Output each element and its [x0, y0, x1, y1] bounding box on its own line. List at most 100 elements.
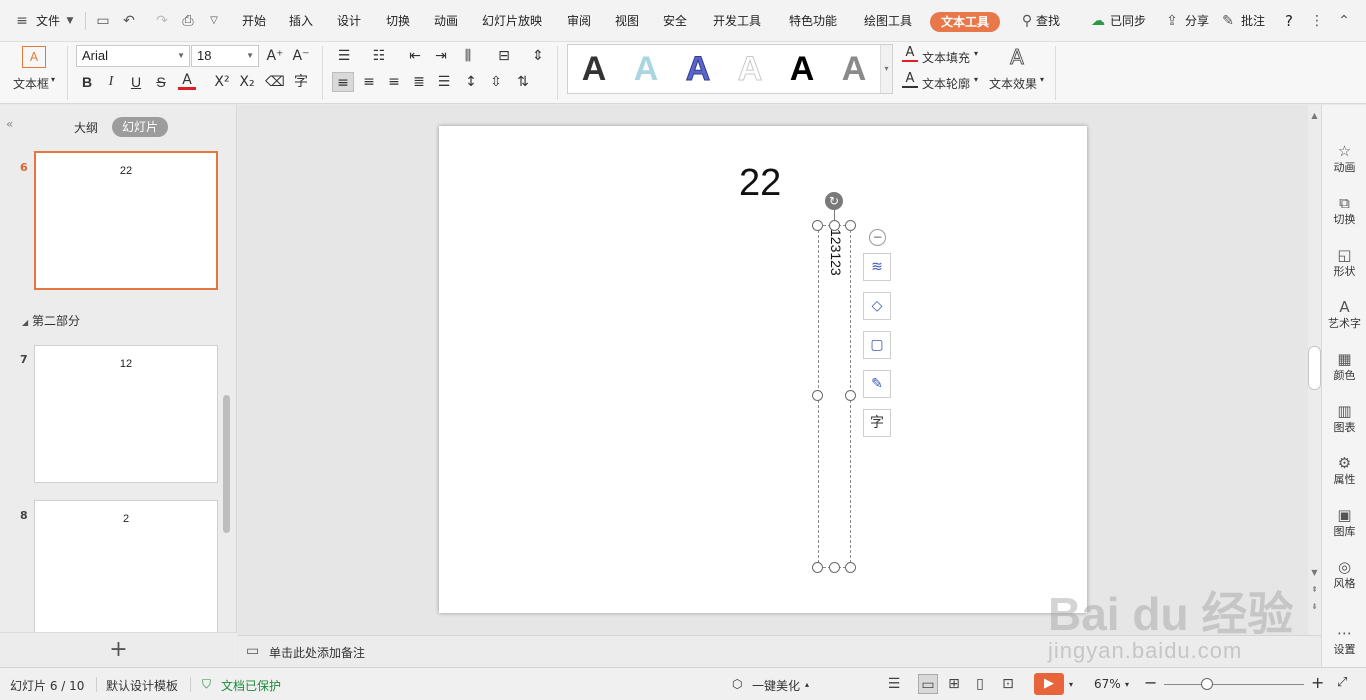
brush-icon[interactable]: ✎: [863, 370, 891, 398]
sidebar-item-properties[interactable]: ⚙ 属性: [1322, 453, 1366, 487]
tab-home[interactable]: 开始: [242, 11, 266, 31]
strikethrough-button[interactable]: S: [152, 72, 170, 92]
more-icon[interactable]: ⋮: [1309, 13, 1325, 29]
sync-button[interactable]: 已同步: [1110, 11, 1146, 31]
spacing-options-icon[interactable]: ⇅: [512, 72, 534, 92]
text-style-preset[interactable]: A: [678, 49, 718, 89]
undo-icon[interactable]: ↶: [121, 13, 137, 29]
chevron-down-icon[interactable]: ▾: [1069, 680, 1073, 689]
align-left-icon[interactable]: ≡: [332, 72, 354, 92]
prev-slide-icon[interactable]: ⇞: [1308, 585, 1321, 594]
chevron-down-icon[interactable]: ▾: [974, 49, 978, 58]
bold-button[interactable]: B: [78, 72, 96, 92]
sidebar-item-shape[interactable]: ◱ 形状: [1322, 245, 1366, 279]
zoom-slider[interactable]: [1164, 684, 1304, 685]
add-slide-button[interactable]: +: [0, 632, 237, 667]
tab-developer[interactable]: 开发工具: [713, 11, 761, 31]
font-color-icon[interactable]: A: [178, 72, 196, 90]
tab-security[interactable]: 安全: [663, 11, 687, 31]
scroll-up-icon[interactable]: ▲: [1308, 111, 1321, 120]
fill-bucket-icon[interactable]: ◇: [863, 292, 891, 320]
text-style-preset[interactable]: A: [730, 49, 770, 89]
reading-view-icon[interactable]: ▯: [970, 674, 990, 694]
slide-thumbnail[interactable]: 2: [34, 500, 218, 632]
shrink-font-button[interactable]: A⁻: [291, 46, 311, 66]
slide-thumbnail[interactable]: 22: [34, 151, 218, 290]
text-style-preset[interactable]: A: [574, 49, 614, 89]
align-text-icon[interactable]: ⇕: [528, 46, 548, 66]
underline-button[interactable]: U: [127, 72, 145, 92]
notes-placeholder[interactable]: 单击此处添加备注: [269, 644, 365, 661]
notes-view-icon[interactable]: ☰: [884, 674, 904, 694]
textbox-button[interactable]: 文本框: [13, 75, 49, 92]
scrollbar-thumb[interactable]: [1308, 346, 1321, 390]
resize-handle[interactable]: [845, 220, 856, 231]
chevron-down-icon[interactable]: ▾: [51, 75, 55, 84]
resize-handle[interactable]: [829, 562, 840, 573]
resize-handle[interactable]: [812, 220, 823, 231]
tab-text-tools[interactable]: 文本工具: [930, 12, 1001, 32]
comment-icon[interactable]: ✎: [1220, 13, 1236, 29]
text-style-icon[interactable]: 字: [863, 409, 891, 437]
slide[interactable]: 22 ↻ 123123 − ≋ ◇ ▢ ✎ 字: [439, 126, 1087, 613]
search-icon[interactable]: ⚲: [1019, 13, 1035, 29]
paragraph-spacing-icon[interactable]: ⇳: [486, 72, 506, 92]
scroll-down-icon[interactable]: ▼: [1308, 568, 1321, 577]
search-button[interactable]: 查找: [1036, 11, 1060, 31]
notes-pane[interactable]: ▭ 单击此处添加备注: [238, 635, 1321, 667]
bullet-list-icon[interactable]: ☰: [334, 46, 354, 66]
resize-handle[interactable]: [812, 390, 823, 401]
tab-view[interactable]: 视图: [615, 11, 639, 31]
redo-icon[interactable]: ↷: [154, 13, 170, 29]
text-outline-button[interactable]: 文本轮廓: [922, 75, 970, 92]
protect-status[interactable]: 文档已保护: [221, 677, 281, 694]
resize-handle[interactable]: [845, 562, 856, 573]
fit-window-icon[interactable]: ⤢: [1337, 675, 1347, 690]
text-style-preset[interactable]: A: [782, 49, 822, 89]
chevron-down-icon[interactable]: ▾: [974, 75, 978, 84]
decrease-indent-icon[interactable]: ⇤: [405, 46, 425, 66]
fit-view-icon[interactable]: ⊡: [998, 674, 1018, 694]
text-style-preset[interactable]: A: [626, 49, 666, 89]
text-outline-icon[interactable]: A: [902, 71, 918, 88]
share-button[interactable]: 分享: [1185, 11, 1209, 31]
section-header[interactable]: ◢ 第二部分: [22, 312, 80, 329]
zoom-out-icon[interactable]: −: [1144, 673, 1157, 692]
justify-icon[interactable]: ≣: [409, 72, 429, 92]
hamburger-icon[interactable]: ≡: [14, 13, 30, 29]
columns-icon[interactable]: ⫼: [458, 46, 478, 66]
comment-button[interactable]: 批注: [1241, 11, 1265, 31]
outline-icon[interactable]: ▢: [863, 331, 891, 359]
resize-handle[interactable]: [812, 562, 823, 573]
rotate-handle-icon[interactable]: ↻: [825, 192, 843, 210]
align-center-icon[interactable]: ≡: [359, 72, 379, 92]
collapse-ribbon-icon[interactable]: ⌃: [1336, 13, 1352, 29]
text-fill-icon[interactable]: A: [902, 45, 918, 62]
text-effect-button[interactable]: 文本效果: [989, 75, 1037, 92]
chevron-down-icon[interactable]: ▼: [62, 13, 78, 29]
tab-slides[interactable]: 幻灯片: [112, 117, 169, 137]
sidebar-item-animation[interactable]: ☆ 动画: [1322, 141, 1366, 175]
sidebar-item-chart[interactable]: ▥ 图表: [1322, 401, 1366, 435]
menu-file[interactable]: 文件: [36, 11, 60, 31]
clear-format-icon[interactable]: ⌫: [265, 72, 285, 92]
zoom-slider-thumb[interactable]: [1201, 678, 1213, 690]
play-slideshow-button[interactable]: ▶: [1034, 673, 1064, 695]
textbox-text[interactable]: 123123: [825, 229, 847, 291]
text-style-preset[interactable]: A: [834, 49, 874, 89]
italic-button[interactable]: I: [102, 72, 120, 92]
sorter-view-icon[interactable]: ⊞: [944, 674, 964, 694]
normal-view-icon[interactable]: ▭: [918, 674, 938, 694]
chevron-up-icon[interactable]: ▴: [805, 680, 809, 689]
line-spacing-icon[interactable]: ↕: [461, 72, 481, 92]
cloud-sync-icon[interactable]: ☁: [1090, 13, 1106, 29]
tab-insert[interactable]: 插入: [289, 11, 313, 31]
sidebar-item-gallery[interactable]: ▣ 图库: [1322, 505, 1366, 539]
canvas-scrollbar[interactable]: ▲ ▼ ⇞ ⇟: [1308, 105, 1321, 635]
text-direction-icon[interactable]: ⊟: [494, 46, 514, 66]
panel-scrollbar[interactable]: [223, 395, 230, 533]
gallery-expand-icon[interactable]: ▾: [880, 45, 892, 93]
beautify-button[interactable]: 一键美化: [752, 677, 800, 694]
save-icon[interactable]: ▭: [95, 13, 111, 29]
zoom-level[interactable]: 67%: [1094, 677, 1121, 691]
